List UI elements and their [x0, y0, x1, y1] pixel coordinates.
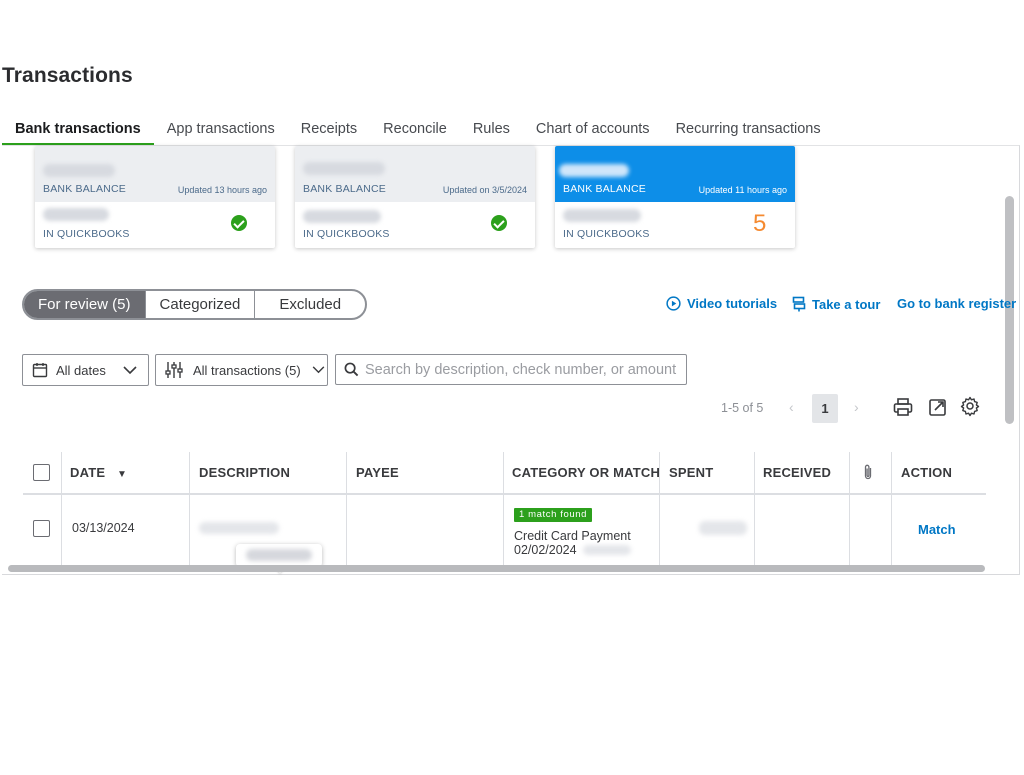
search-box: [335, 354, 687, 385]
account-card-3[interactable]: BANK BALANCE Updated 11 hours ago IN QUI…: [555, 146, 795, 248]
redacted-amount: [303, 210, 381, 223]
search-icon: [344, 362, 359, 377]
redacted-name: [43, 164, 115, 177]
pager-current-page[interactable]: 1: [812, 394, 838, 423]
card-qb-section: IN QUICKBOOKS 5: [555, 202, 795, 248]
card-qb-section: IN QUICKBOOKS: [35, 202, 275, 248]
bank-balance-label: BANK BALANCE: [563, 183, 646, 195]
tab-reconcile[interactable]: Reconcile: [370, 116, 460, 146]
in-quickbooks-label: IN QUICKBOOKS: [563, 228, 650, 240]
print-icon[interactable]: [892, 396, 914, 418]
export-icon[interactable]: [927, 396, 949, 418]
segment-categorized[interactable]: Categorized: [146, 291, 256, 318]
attachment-icon: [864, 464, 872, 480]
redacted-name: [559, 164, 629, 177]
card-bank-section: BANK BALANCE Updated 11 hours ago: [555, 146, 795, 202]
match-button[interactable]: Match: [918, 522, 956, 537]
segment-for-review[interactable]: For review (5): [24, 291, 146, 318]
check-icon: [231, 215, 247, 231]
check-icon: [491, 215, 507, 231]
in-quickbooks-label: IN QUICKBOOKS: [303, 228, 390, 240]
date-header-label: DATE: [70, 465, 106, 480]
date-column-header[interactable]: DATE ▼: [70, 452, 127, 493]
pager-next-button[interactable]: ›: [854, 399, 859, 415]
pager-range: 1-5 of 5: [721, 401, 764, 415]
tab-chart-of-accounts[interactable]: Chart of accounts: [523, 116, 663, 146]
redacted-description: [199, 522, 279, 534]
bank-balance-label: BANK BALANCE: [303, 183, 386, 195]
chevron-down-icon: [123, 365, 137, 374]
transactions-table: DATE ▼ DESCRIPTION PAYEE CATEGORY OR MAT…: [23, 452, 986, 565]
tab-bank-transactions[interactable]: Bank transactions: [2, 116, 154, 146]
card-bank-section: BANK BALANCE Updated 13 hours ago: [35, 146, 275, 202]
go-to-bank-register-link[interactable]: Go to bank register: [897, 296, 1016, 311]
tab-bar: Bank transactions App transactions Recei…: [2, 116, 834, 146]
received-column-header[interactable]: RECEIVED: [763, 452, 831, 493]
video-tutorials-link[interactable]: Video tutorials: [666, 296, 777, 311]
card-qb-section: IN QUICKBOOKS: [295, 202, 535, 248]
redacted-amount: [43, 208, 109, 221]
account-card-2[interactable]: BANK BALANCE Updated on 3/5/2024 IN QUIC…: [295, 146, 535, 248]
calendar-icon: [32, 363, 48, 378]
spent-column-header[interactable]: SPENT: [669, 452, 713, 493]
tab-receipts[interactable]: Receipts: [288, 116, 370, 146]
review-status-toggle: For review (5) Categorized Excluded: [22, 289, 368, 320]
description-column-header[interactable]: DESCRIPTION: [199, 452, 290, 493]
redacted-spent-amount: [699, 521, 747, 535]
take-a-tour-link[interactable]: Take a tour: [792, 296, 880, 312]
signpost-icon: [792, 296, 806, 312]
tab-app-transactions[interactable]: App transactions: [154, 116, 288, 146]
tab-recurring-transactions[interactable]: Recurring transactions: [663, 116, 834, 146]
transaction-filter-label: All transactions (5): [193, 362, 301, 378]
redacted-amount: [563, 209, 641, 222]
redacted-tooltip-text: [246, 549, 312, 561]
select-all-checkbox[interactable]: [33, 464, 50, 481]
redacted-match-amount: [583, 545, 631, 555]
updated-label: Updated on 3/5/2024: [442, 185, 527, 195]
match-found-badge: 1 match found: [514, 508, 593, 522]
sort-descending-icon: ▼: [117, 469, 128, 480]
chevron-down-icon: [312, 366, 324, 374]
page-title: Transactions: [2, 64, 133, 87]
pager-prev-button[interactable]: ‹: [789, 399, 794, 415]
date-filter-label: All dates: [56, 362, 106, 378]
play-circle-icon: [666, 296, 681, 311]
segment-excluded[interactable]: Excluded: [255, 291, 365, 318]
bank-register-label: Go to bank register: [897, 296, 1017, 311]
updated-label: Updated 13 hours ago: [177, 185, 267, 195]
in-quickbooks-label: IN QUICKBOOKS: [43, 228, 130, 240]
tab-rules[interactable]: Rules: [460, 116, 523, 146]
video-tutorials-label: Video tutorials: [687, 296, 778, 311]
horizontal-scrollbar[interactable]: [8, 565, 985, 572]
gear-icon[interactable]: [959, 395, 981, 417]
row-date: 03/13/2024: [72, 521, 135, 535]
table-row[interactable]: 03/13/2024 1 match found Credit Card Pay…: [23, 495, 986, 565]
table-header: DATE ▼ DESCRIPTION PAYEE CATEGORY OR MAT…: [23, 452, 986, 565]
search-input[interactable]: [365, 361, 683, 378]
bank-balance-label: BANK BALANCE: [43, 183, 126, 195]
updated-label: Updated 11 hours ago: [698, 185, 787, 195]
category-column-header[interactable]: CATEGORY OR MATCH: [512, 452, 660, 493]
account-card-1[interactable]: BANK BALANCE Updated 13 hours ago IN QUI…: [35, 146, 275, 248]
transaction-type-filter[interactable]: All transactions (5): [155, 354, 328, 386]
take-a-tour-label: Take a tour: [812, 296, 881, 312]
date-filter-dropdown[interactable]: All dates: [22, 354, 149, 386]
pending-count: 5: [753, 210, 767, 237]
card-bank-section: BANK BALANCE Updated on 3/5/2024: [295, 146, 535, 202]
match-title[interactable]: Credit Card Payment: [514, 529, 631, 543]
row-checkbox[interactable]: [33, 520, 50, 537]
match-date: 02/02/2024: [514, 543, 577, 557]
sliders-icon: [165, 362, 183, 378]
action-column-header: ACTION: [901, 465, 953, 480]
payee-column-header[interactable]: PAYEE: [356, 452, 399, 493]
tooltip-popup: [236, 544, 322, 567]
redacted-name: [303, 162, 385, 175]
